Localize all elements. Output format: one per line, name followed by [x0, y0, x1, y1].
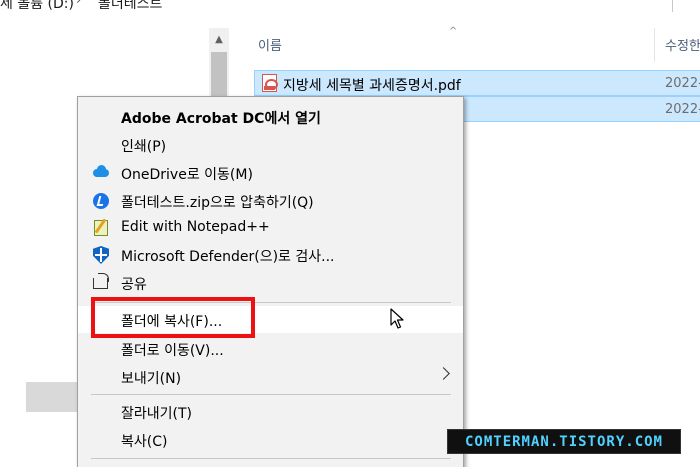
menu-item-copy[interactable]: 복사(C)	[78, 426, 463, 453]
menu-item-label: 인쇄(P)	[121, 139, 167, 155]
zip-compress-icon	[92, 192, 110, 210]
defender-shield-icon	[92, 246, 110, 264]
menu-item-cut[interactable]: 잘라내기(T)	[78, 398, 463, 425]
menu-separator	[91, 394, 451, 395]
menu-item-share[interactable]: 공유	[78, 269, 463, 296]
menu-item-send-to[interactable]: 보내기(N)	[78, 363, 463, 390]
share-icon	[92, 273, 110, 292]
menu-item-label: 보내기(N)	[121, 371, 182, 387]
breadcrumb-folder[interactable]: 폴더테스트	[98, 0, 162, 13]
breadcrumb-separator: ›	[76, 0, 82, 8]
onedrive-cloud-icon	[92, 164, 110, 182]
menu-item-label: 폴더테스트.zip으로 압축하기(Q)	[121, 195, 314, 211]
file-row[interactable]: 지방세 세목별 과세증명서.pdf 2022-	[254, 70, 700, 96]
file-date: 2022-	[665, 76, 700, 91]
mouse-cursor-icon	[390, 308, 404, 329]
watermark-label: COMTERMAN.TISTORY.COM	[447, 429, 681, 454]
column-header-name[interactable]: 이름	[258, 35, 282, 54]
menu-item-open-acrobat[interactable]: Adobe Acrobat DC에서 열기	[78, 103, 463, 130]
menu-item-print[interactable]: 인쇄(P)	[78, 131, 463, 158]
file-date: 2022-	[665, 102, 700, 117]
file-name: 지방세 세목별 과세증명서.pdf	[283, 78, 461, 94]
chevron-right-icon	[437, 367, 450, 380]
menu-item-edit-notepad[interactable]: Edit with Notepad++	[78, 214, 463, 241]
menu-item-label: 폴더로 이동(V)...	[121, 343, 224, 359]
menu-item-label: 잘라내기(T)	[121, 406, 192, 422]
scroll-up-arrow-icon[interactable]: ▲	[209, 28, 229, 50]
breadcrumb-drive[interactable]: 세 볼륨 (D:)	[0, 0, 74, 13]
menu-separator	[91, 458, 451, 459]
menu-item-defender-scan[interactable]: Microsoft Defender(으)로 검사...	[78, 241, 463, 268]
highlight-box	[91, 297, 255, 338]
menu-item-label: Adobe Acrobat DC에서 열기	[121, 111, 321, 127]
column-divider[interactable]	[654, 28, 655, 62]
notepad-plus-icon	[92, 219, 110, 237]
nav-pane-scroll-thumb[interactable]	[211, 52, 227, 100]
menu-item-label: Microsoft Defender(으)로 검사...	[121, 249, 335, 265]
context-menu: Adobe Acrobat DC에서 열기 인쇄(P) OneDrive로 이동…	[77, 96, 464, 467]
column-header-date[interactable]: 수정한	[665, 35, 700, 54]
menu-item-onedrive-move[interactable]: OneDrive로 이동(M)	[78, 159, 463, 186]
address-bar[interactable]: 세 볼륨 (D:) › 폴더테스트	[0, 0, 700, 14]
menu-item-label: 공유	[121, 277, 147, 293]
menu-item-label: Edit with Notepad++	[121, 219, 270, 235]
menu-item-move-to-folder[interactable]: 폴더로 이동(V)...	[78, 335, 463, 362]
menu-item-label: 복사(C)	[121, 434, 168, 450]
menu-item-label: OneDrive로 이동(M)	[121, 167, 253, 183]
address-bar-divider	[672, 0, 673, 12]
menu-item-zip-compress[interactable]: 폴더테스트.zip으로 압축하기(Q)	[78, 187, 463, 214]
sort-ascending-icon: ^	[449, 26, 458, 37]
pdf-icon	[262, 74, 278, 92]
